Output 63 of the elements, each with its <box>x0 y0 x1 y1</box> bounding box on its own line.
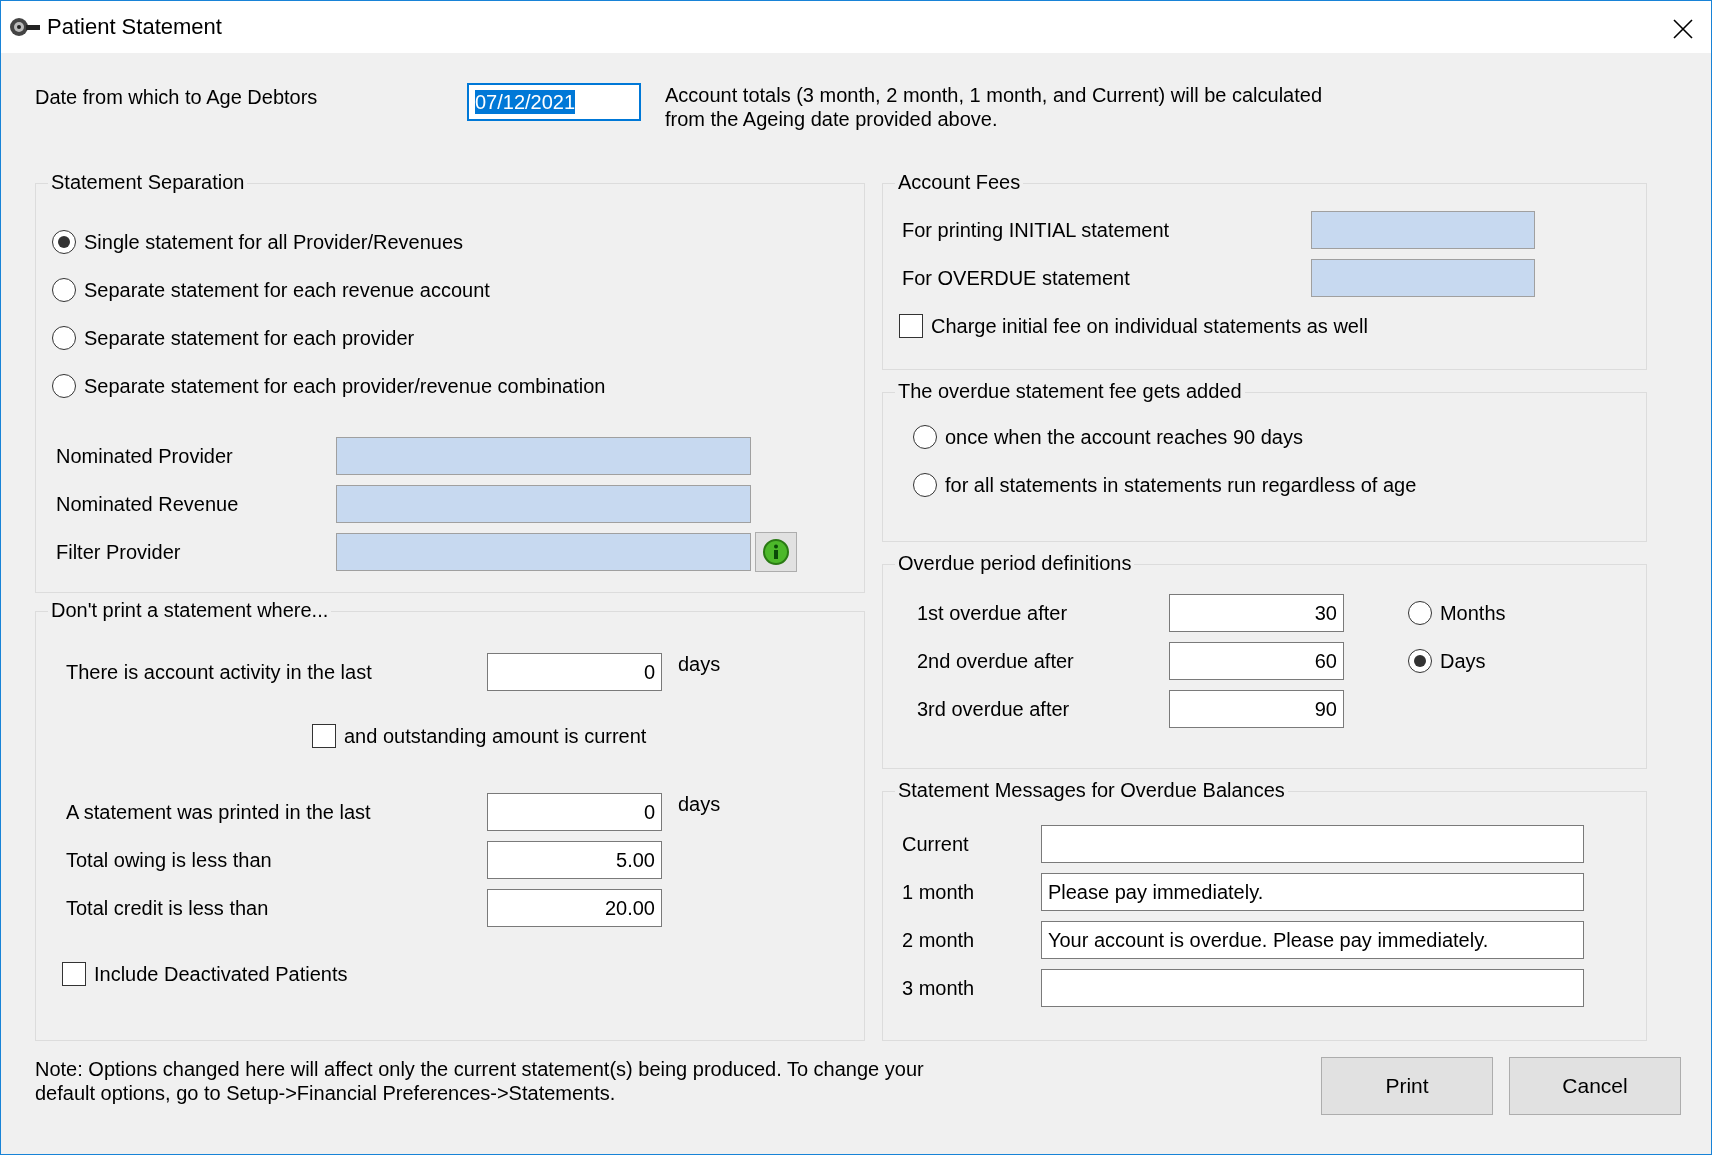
option-label: Single statement for all Provider/Revenues <box>84 230 464 254</box>
field-label: Filter Provider <box>55 540 182 564</box>
radio-button[interactable] <box>1407 601 1432 625</box>
field-label: 1st overdue after <box>916 601 1069 625</box>
checkbox-label: and outstanding amount is current <box>344 724 647 748</box>
radio-button[interactable] <box>52 326 76 350</box>
field-label: 2nd overdue after <box>916 649 1075 673</box>
input-field[interactable]: 0 <box>487 793 662 831</box>
input-field[interactable] <box>1040 969 1584 1007</box>
field-label: Total owing is less than <box>66 848 273 872</box>
option-label: Separate statement for each provider/revenue combination <box>84 374 606 398</box>
key-icon <box>9 16 41 38</box>
radio-button[interactable] <box>52 278 76 302</box>
field-label: 1 month <box>900 880 976 904</box>
field-label: For OVERDUE statement <box>900 266 1131 290</box>
field-label: 3rd overdue after <box>916 697 1071 721</box>
checkbox[interactable] <box>312 724 336 748</box>
checkbox-label: Charge initial fee on individual statements as well <box>930 314 1368 338</box>
radio-button[interactable] <box>52 374 76 398</box>
note-text: Account totals (3 month, 2 month, 1 month, and Current) will be calculated <box>665 83 1322 107</box>
cancel-button[interactable]: Cancel <box>1509 1057 1681 1115</box>
note-text: default options, go to Setup->Financial Preferences->Statements. <box>35 1081 617 1105</box>
field-label: For printing INITIAL statement <box>900 218 1171 242</box>
input-field[interactable]: 90 <box>1168 690 1344 728</box>
option-label: once when the account reaches 90 days <box>944 425 1303 449</box>
radio-button[interactable] <box>1407 649 1432 673</box>
info-button[interactable] <box>755 532 797 572</box>
input-field[interactable] <box>1040 825 1584 863</box>
field-label: 3 month <box>900 976 976 1000</box>
window-title: Patient Statement <box>47 13 222 41</box>
checkbox-label: Include Deactivated Patients <box>94 962 348 986</box>
field-label: Total credit is less than <box>66 896 270 920</box>
input-field[interactable]: 0 <box>487 653 662 691</box>
option-label: Months <box>1439 601 1506 625</box>
field-label: 2 month <box>900 928 976 952</box>
field-label: Nominated Provider <box>55 444 234 468</box>
radio-button[interactable] <box>52 230 76 254</box>
option-label: Days <box>1439 649 1486 673</box>
radio-button[interactable] <box>912 473 937 497</box>
unit-label: days <box>678 652 721 676</box>
option-label: Separate statement for each revenue account <box>84 278 490 302</box>
note-text: Note: Options changed here will affect only the current statement(s) being produced. To change your <box>35 1057 924 1081</box>
input-field[interactable]: Please pay immediately. <box>1040 873 1584 911</box>
input-field[interactable]: 20.00 <box>487 889 662 927</box>
print-button[interactable]: Print <box>1321 1057 1493 1115</box>
option-label: for all statements in statements run regardless of age <box>944 473 1417 497</box>
close-icon[interactable] <box>1673 18 1693 39</box>
input-field[interactable]: 5.00 <box>487 841 662 879</box>
input-field[interactable]: Your account is overdue. Please pay immediately. <box>1040 921 1584 959</box>
radio-button[interactable] <box>912 425 937 449</box>
note-text: from the Ageing date provided above. <box>665 107 999 131</box>
checkbox[interactable] <box>898 314 923 338</box>
field-label: There is account activity in the last <box>66 660 373 684</box>
input-field[interactable]: 30 <box>1168 594 1344 632</box>
field-label: Current <box>900 832 970 856</box>
input-field[interactable]: 07/12/2021 <box>467 83 641 121</box>
input-field[interactable]: 60 <box>1168 642 1344 680</box>
field-label: Date from which to Age Debtors <box>35 85 319 109</box>
field-label: A statement was printed in the last <box>66 800 372 824</box>
unit-label: days <box>678 792 721 816</box>
checkbox[interactable] <box>62 962 86 986</box>
field-label: Nominated Revenue <box>55 492 240 516</box>
option-label: Separate statement for each provider <box>84 326 415 350</box>
